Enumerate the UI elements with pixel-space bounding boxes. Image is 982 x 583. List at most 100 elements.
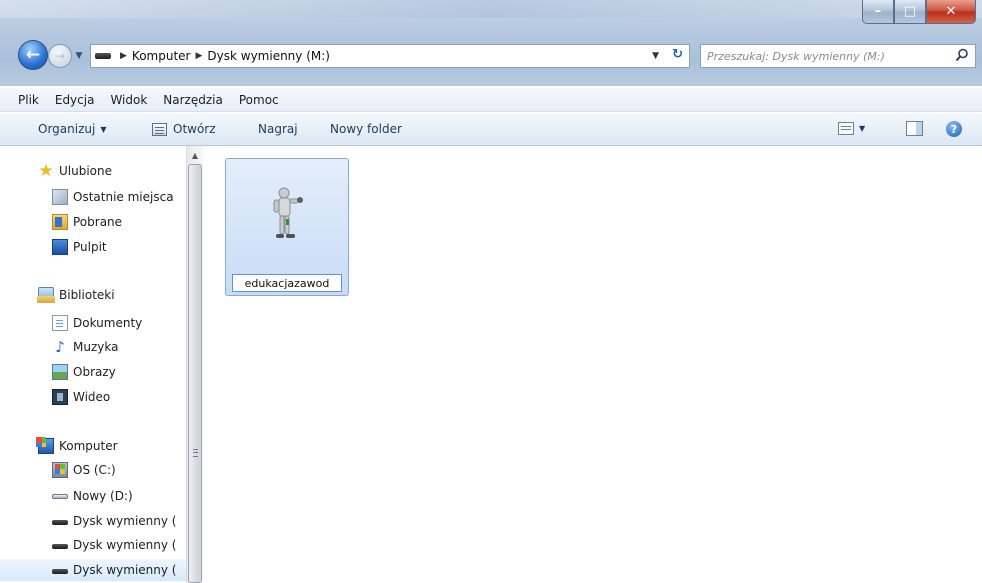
chevron-down-icon: ▼ bbox=[100, 124, 107, 134]
view-icon bbox=[838, 122, 854, 135]
navigation-row: ← → ▼ ▶ Komputer ▶ Dysk wymienny (M:) ▼ … bbox=[0, 24, 982, 86]
nav-item-label: Dysk wymienny ( bbox=[73, 563, 177, 577]
pictures-icon bbox=[52, 364, 68, 380]
nav-item-label: Wideo bbox=[73, 390, 111, 404]
address-bar[interactable]: ▶ Komputer ▶ Dysk wymienny (M:) ▼ ↻ bbox=[90, 44, 690, 68]
os-drive-icon bbox=[52, 462, 68, 478]
scroll-up-icon[interactable]: ▲ bbox=[187, 148, 203, 162]
nav-item-drive-c[interactable]: OS (C:) bbox=[0, 459, 202, 481]
video-icon bbox=[52, 389, 68, 405]
new-folder-label: Nowy folder bbox=[330, 122, 402, 136]
command-bar: Organizuj ▼ Otwórz Nagraj Nowy folder ▼ … bbox=[0, 113, 982, 146]
hard-drive-icon bbox=[52, 488, 68, 504]
nav-item-desktop[interactable]: Pulpit bbox=[0, 236, 202, 258]
close-button[interactable]: ✕ bbox=[926, 0, 976, 24]
nav-item-label: Ostatnie miejsca bbox=[73, 190, 174, 204]
nav-libraries-label: Biblioteki bbox=[59, 288, 115, 302]
menu-edit[interactable]: Edycja bbox=[55, 93, 95, 107]
preview-pane-button[interactable] bbox=[906, 121, 923, 136]
nav-item-music[interactable]: ♪ Muzyka bbox=[0, 336, 202, 358]
file-item[interactable]: edukacjazawod bbox=[225, 158, 349, 296]
close-icon: ✕ bbox=[945, 4, 957, 19]
search-box[interactable] bbox=[700, 44, 976, 68]
address-dropdown-icon[interactable]: ▼ bbox=[652, 51, 659, 61]
nav-item-label: Pulpit bbox=[73, 240, 107, 254]
organize-label: Organizuj bbox=[38, 122, 96, 136]
nav-item-label: Dokumenty bbox=[73, 316, 143, 330]
menu-bar: Plik Edycja Widok Narzędzia Pomoc bbox=[0, 88, 982, 112]
chevron-down-icon: ▼ bbox=[859, 124, 866, 133]
breadcrumb-separator-icon[interactable]: ▶ bbox=[120, 51, 127, 61]
search-input[interactable] bbox=[707, 49, 947, 63]
libraries-icon bbox=[37, 287, 55, 303]
removable-drive-icon bbox=[52, 537, 68, 553]
nav-item-downloads[interactable]: Pobrane bbox=[0, 211, 202, 233]
nav-item-drive-d[interactable]: Nowy (D:) bbox=[0, 485, 202, 507]
forward-button[interactable]: → bbox=[48, 44, 72, 68]
nav-item-label: Nowy (D:) bbox=[73, 489, 133, 503]
downloads-folder-icon bbox=[52, 214, 68, 230]
nav-item-removable-1[interactable]: Dysk wymienny ( bbox=[0, 510, 202, 532]
nav-item-videos[interactable]: Wideo bbox=[0, 386, 202, 408]
nav-item-pictures[interactable]: Obrazy bbox=[0, 361, 202, 383]
nav-item-label: Dysk wymienny ( bbox=[73, 538, 177, 552]
menu-tools[interactable]: Narzędzia bbox=[163, 93, 223, 107]
file-list-area[interactable]: edukacjazawod bbox=[204, 146, 982, 583]
breadcrumb-computer[interactable]: Komputer bbox=[132, 49, 191, 63]
nav-favorites[interactable]: ★ Ulubione bbox=[0, 160, 202, 182]
chevron-down-icon: ▼ bbox=[75, 51, 83, 61]
nav-item-removable-2[interactable]: Dysk wymienny ( bbox=[0, 534, 202, 556]
help-button[interactable]: ? bbox=[946, 121, 962, 137]
minimize-button[interactable]: – bbox=[862, 0, 894, 24]
nav-favorites-label: Ulubione bbox=[59, 164, 113, 178]
robot-figure-icon bbox=[273, 187, 303, 238]
computer-icon bbox=[36, 437, 54, 454]
music-note-icon: ♪ bbox=[55, 338, 65, 356]
removable-drive-icon bbox=[52, 513, 68, 529]
burn-button[interactable]: Nagraj bbox=[258, 122, 298, 136]
nav-item-label: OS (C:) bbox=[73, 463, 116, 477]
nav-computer[interactable]: Komputer bbox=[0, 435, 202, 457]
desktop-icon bbox=[52, 239, 68, 255]
breadcrumb-separator-icon[interactable]: ▶ bbox=[195, 51, 202, 61]
recent-places-icon bbox=[52, 189, 68, 205]
recent-pages-button[interactable]: ▼ bbox=[72, 48, 86, 64]
change-view-button[interactable]: ▼ bbox=[838, 122, 865, 135]
nav-item-label: Dysk wymienny ( bbox=[73, 514, 177, 528]
new-folder-button[interactable]: Nowy folder bbox=[330, 122, 402, 136]
maximize-button[interactable]: □ bbox=[894, 0, 926, 24]
help-icon: ? bbox=[950, 122, 958, 136]
back-button[interactable]: ← bbox=[18, 40, 48, 70]
open-button[interactable]: Otwórz bbox=[152, 122, 216, 136]
organize-button[interactable]: Organizuj ▼ bbox=[38, 122, 106, 136]
open-label: Otwórz bbox=[173, 122, 216, 136]
open-window-icon bbox=[152, 122, 167, 136]
explorer-window: – □ ✕ ← → ▼ ▶ Komputer ▶ Dysk wymienny (… bbox=[0, 0, 982, 583]
nav-item-label: Muzyka bbox=[73, 340, 119, 354]
menu-help[interactable]: Pomoc bbox=[239, 93, 279, 107]
file-name-label[interactable]: edukacjazawod bbox=[232, 274, 342, 292]
removable-drive-icon bbox=[52, 562, 68, 578]
minimize-icon: – bbox=[874, 4, 882, 19]
nav-item-documents[interactable]: Dokumenty bbox=[0, 312, 202, 334]
nav-pane-scrollbar[interactable]: ▲ bbox=[186, 146, 203, 583]
breadcrumb-removable-drive[interactable]: Dysk wymienny (M:) bbox=[207, 49, 330, 63]
removable-drive-icon bbox=[95, 53, 111, 59]
scroll-thumb[interactable] bbox=[188, 164, 202, 583]
refresh-icon[interactable]: ↻ bbox=[672, 47, 683, 62]
arrow-right-icon: → bbox=[54, 49, 66, 63]
nav-item-label: Pobrane bbox=[73, 215, 123, 229]
caption-buttons: – □ ✕ bbox=[862, 0, 976, 24]
search-icon[interactable] bbox=[955, 48, 969, 62]
nav-libraries[interactable]: Biblioteki bbox=[0, 284, 202, 306]
burn-label: Nagraj bbox=[258, 122, 298, 136]
menu-view[interactable]: Widok bbox=[110, 93, 147, 107]
maximize-icon: □ bbox=[903, 4, 917, 19]
arrow-left-icon: ← bbox=[25, 45, 41, 65]
nav-item-removable-3[interactable]: Dysk wymienny ( bbox=[0, 559, 202, 581]
nav-item-recent-places[interactable]: Ostatnie miejsca bbox=[0, 186, 202, 208]
scroll-grip-icon bbox=[193, 449, 198, 457]
menu-file[interactable]: Plik bbox=[18, 93, 39, 107]
navigation-pane: ★ Ulubione Ostatnie miejsca Pobrane Pulp… bbox=[0, 146, 203, 583]
nav-computer-label: Komputer bbox=[59, 439, 118, 453]
